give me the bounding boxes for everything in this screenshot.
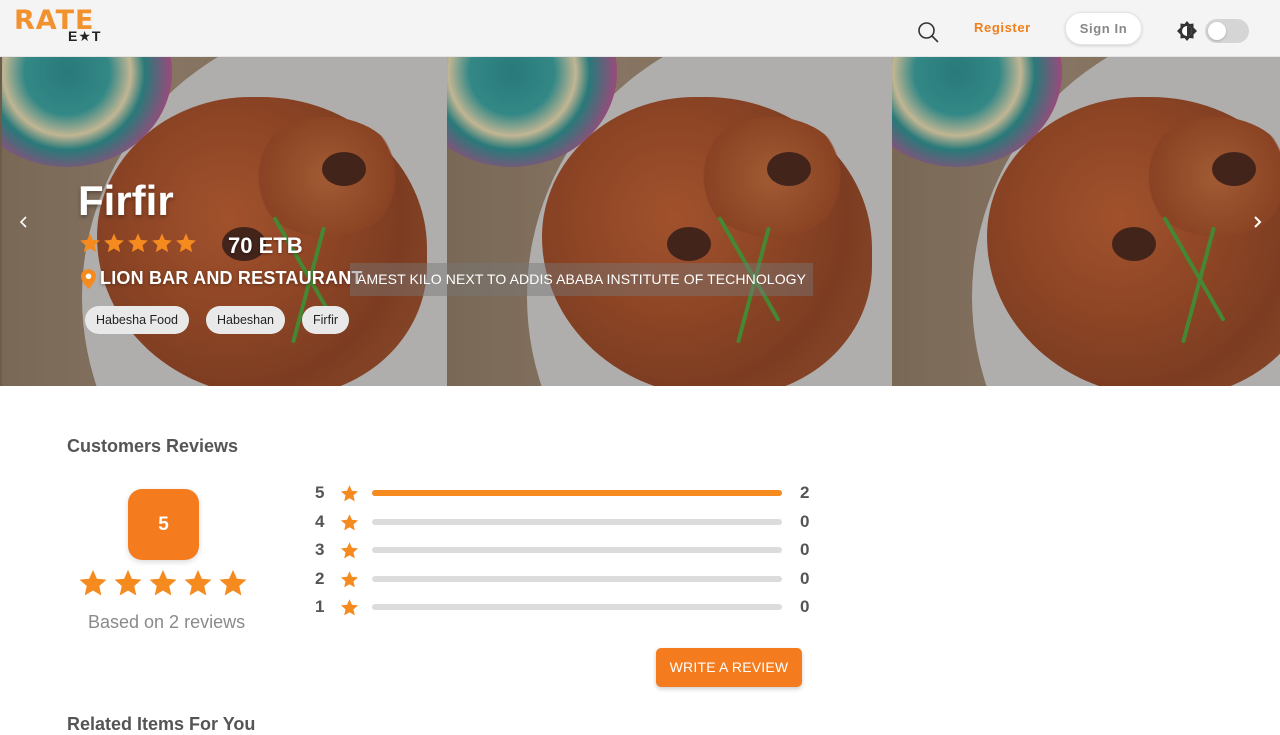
rating-bar-track <box>372 490 782 496</box>
star-icon <box>340 485 359 502</box>
dish-price: 70 ETB <box>228 233 303 258</box>
star-icon <box>340 542 359 559</box>
dark-mode-toggle[interactable] <box>1205 19 1249 43</box>
tag-chip[interactable]: Habesha Food <box>85 306 190 334</box>
rating-row: 40 <box>310 509 820 538</box>
chevron-right-icon[interactable] <box>1247 212 1267 232</box>
average-rating-stars <box>78 568 248 598</box>
rating-count: 0 <box>800 540 810 559</box>
rating-bar-track <box>372 547 782 553</box>
theme-brightness-icon[interactable] <box>1176 20 1198 42</box>
rating-count: 0 <box>800 597 810 616</box>
rating-count: 0 <box>800 568 810 588</box>
rating-level: 3 <box>315 540 325 559</box>
rating-breakdown: 5240302010 <box>310 480 820 623</box>
star-icon <box>184 569 212 596</box>
star-icon <box>152 233 172 253</box>
star-icon <box>340 570 359 587</box>
star-icon <box>80 233 100 253</box>
rating-bar-track <box>372 575 782 582</box>
rating-row: 30 <box>310 537 820 566</box>
sign-in-button[interactable]: Sign In <box>1065 12 1142 45</box>
chevron-left-icon[interactable] <box>14 212 34 232</box>
rating-level: 2 <box>315 568 325 588</box>
location-pin-icon <box>81 269 96 289</box>
rating-row: 52 <box>310 480 820 509</box>
register-link[interactable]: Register <box>974 20 1031 35</box>
star-icon <box>104 233 124 253</box>
rate-eat-logo[interactable]: RATE E★T <box>14 6 104 46</box>
logo-bottom-text: E★T <box>68 28 102 44</box>
dish-title: Firfir <box>78 177 174 224</box>
review-count-text: Based on 2 reviews <box>88 612 246 632</box>
restaurant-address: AMEST KILO NEXT TO ADDIS ABABA INSTITUTE… <box>350 263 814 296</box>
top-navbar: RATE E★T Register Sign In <box>0 0 1280 57</box>
tag-chip[interactable]: Firfir <box>302 306 350 334</box>
star-icon <box>79 569 107 596</box>
average-rating-badge: 5 <box>128 489 199 560</box>
rating-bar-track <box>372 518 782 525</box>
tag-chip[interactable]: Habeshan <box>206 306 286 334</box>
rating-bar-track <box>372 604 782 610</box>
toggle-knob <box>1208 22 1226 40</box>
star-icon <box>149 569 177 596</box>
related-items-title: Related Items For You <box>67 714 256 734</box>
star-icon <box>176 233 196 253</box>
star-icon <box>114 569 142 596</box>
rating-count: 2 <box>800 483 810 502</box>
reviews-section-title: Customers Reviews <box>67 436 239 456</box>
restaurant-name-link[interactable]: LION BAR AND RESTAURANT <box>100 268 363 289</box>
rating-level: 4 <box>315 511 325 531</box>
star-icon <box>128 233 148 253</box>
dish-tags: Habesha Food Habeshan Firfir <box>85 306 350 334</box>
hero-carousel: Firfir 70 ETB LION BAR AND RESTAURANT AM… <box>0 57 1280 386</box>
write-review-button[interactable]: WRITE A REVIEW <box>656 648 802 687</box>
search-icon[interactable] <box>916 20 940 44</box>
star-icon <box>340 599 359 616</box>
star-icon <box>340 513 359 530</box>
star-icon <box>219 569 247 596</box>
dish-rating-stars <box>79 232 197 258</box>
rating-level: 1 <box>315 597 325 616</box>
rating-bar-fill <box>372 490 782 496</box>
rating-count: 0 <box>800 511 810 531</box>
rating-row: 20 <box>310 566 820 595</box>
rating-level: 5 <box>315 483 325 502</box>
rating-row: 10 <box>310 594 820 623</box>
